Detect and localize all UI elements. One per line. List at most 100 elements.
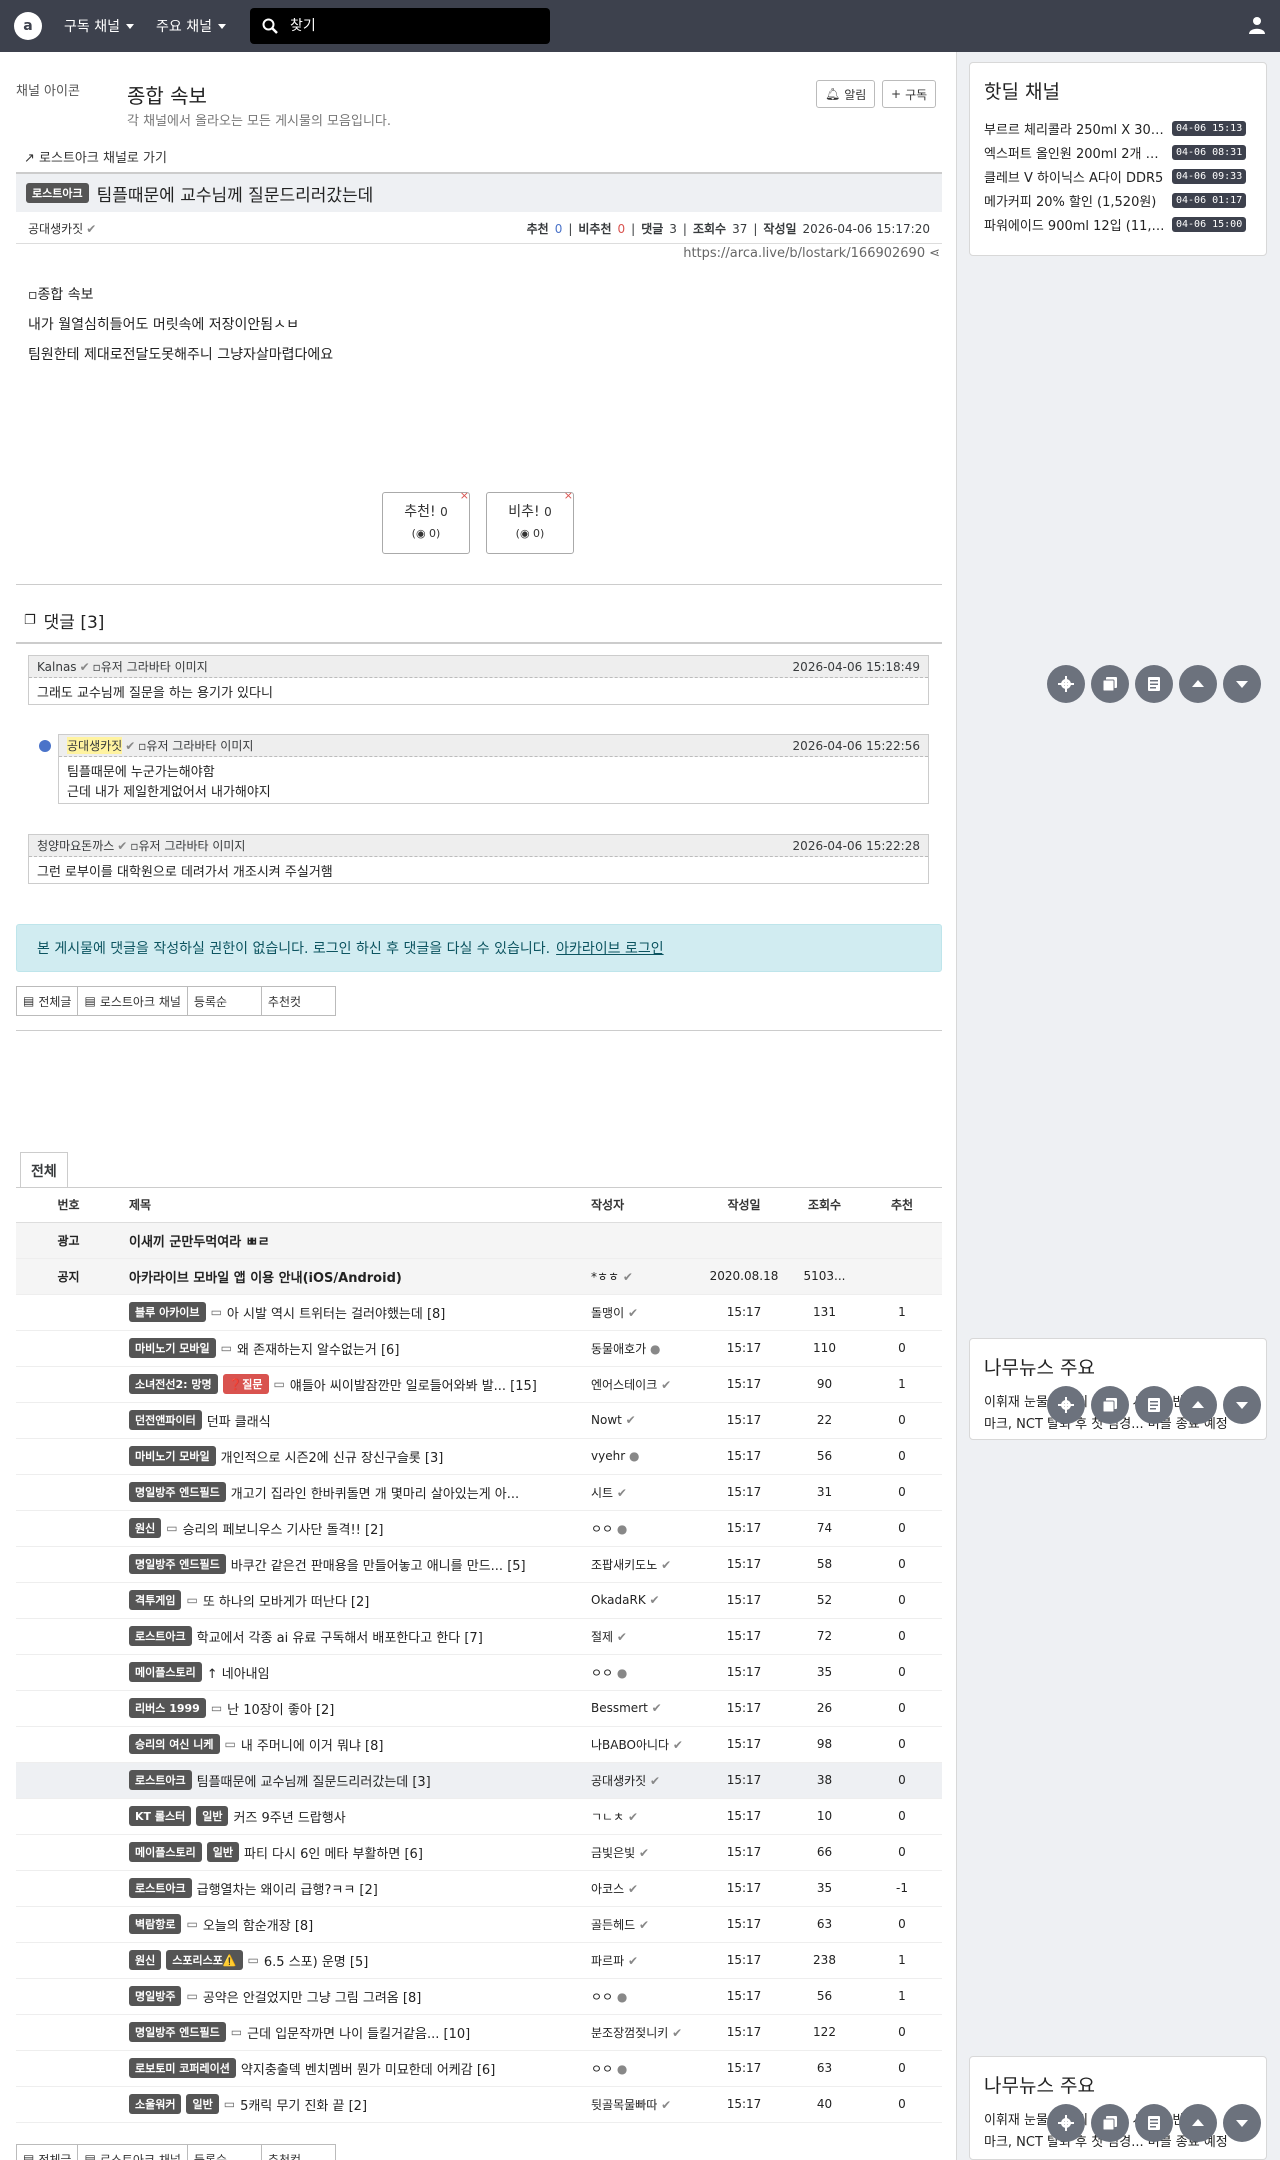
sort-order-button[interactable]: 등록순 — [186, 2144, 262, 2160]
scroll-up-button[interactable] — [1179, 665, 1217, 703]
login-link[interactable]: 아카라이브 로그인 — [556, 938, 664, 958]
row-author[interactable]: 돌맹이 ✔︎ — [591, 1294, 701, 1331]
news-title[interactable]: 나무뉴스 주요 — [984, 2071, 1252, 2098]
row-author[interactable]: 시트 ✔︎ — [591, 1474, 701, 1511]
comment-author[interactable]: 공대생카짓 — [67, 737, 123, 754]
table-row[interactable]: 벽람항로 ▭ 오늘의 함순개장 [8] 골든헤드 ✔︎ 15:17 63 0 — [16, 1906, 942, 1943]
best-cut-button[interactable]: 추천컷 — [260, 986, 336, 1016]
row-title[interactable]: 원신 스포리스포⚠️ ▭ 6.5 스포) 운명 [5] — [121, 1942, 591, 1979]
row-author[interactable]: 아코스 ✔︎ — [591, 1870, 701, 1907]
list-button[interactable] — [1135, 665, 1173, 703]
hotdeal-title[interactable]: 핫딜 채널 — [984, 77, 1252, 104]
downvote-button[interactable]: × 비추! 0 (◉ 0) — [486, 489, 574, 554]
table-row[interactable]: 명일방주 엔드필드 바쿠간 같은건 판매용을 만들어놓고 애니를 만드... [5… — [16, 1546, 942, 1583]
row-author[interactable]: 뒷골목물빠따 ✔︎ — [591, 2086, 701, 2123]
category-badge[interactable]: 원신 — [129, 1950, 162, 1970]
all-posts-button[interactable]: ▤ 전체글 — [16, 2144, 79, 2160]
back-to-channel-link[interactable]: ↗ 로스트아크 채널로 가기 — [24, 147, 167, 166]
row-title[interactable]: 명일방주 ▭ 공약은 안걸었지만 그냥 그림 그려옴 [8] — [121, 1978, 591, 2015]
category-badge[interactable]: 벽람항로 — [129, 1914, 182, 1934]
row-title[interactable]: 명일방주 엔드필드 바쿠간 같은건 판매용을 만들어놓고 애니를 만드... [5… — [121, 1546, 591, 1583]
notice-row[interactable]: 공지 아카라이브 모바일 앱 이용 안내(iOS/Android) *ㅎㅎ ✔︎… — [16, 1258, 942, 1295]
table-row[interactable]: 격투게임 ▭ 또 하나의 모바게가 떠난다 [2] OkadaRK ✔︎ 15:17 52… — [16, 1582, 942, 1619]
subscribed-channels-dropdown[interactable]: 구독 채널 — [64, 16, 134, 36]
row-title[interactable]: 마비노기 모바일 ▭ 왜 존재하는지 알수없는거 [6] — [121, 1330, 591, 1367]
category-badge[interactable]: 리버스 1999 — [129, 1698, 206, 1718]
upvote-button[interactable]: × 추천! 0 (◉ 0) — [382, 489, 470, 554]
hotdeal-item[interactable]: 부르르 체리콜라 250ml X 30개 (무료배송)04-06 15:13 — [984, 116, 1252, 140]
table-row[interactable]: 소녀전선2: 망명 ❓질문 ▭ 얘들아 씨이발잠깐만 일로들어와봐 발... [15]… — [16, 1366, 942, 1403]
copy-button[interactable] — [1091, 1386, 1129, 1424]
hotdeal-item[interactable]: 클레브 V 하이닉스 A다이 DDR5 04-06 09:33 — [984, 164, 1252, 188]
row-title[interactable]: 벽람항로 ▭ 오늘의 함순개장 [8] — [121, 1906, 591, 1943]
settings-button[interactable] — [1047, 2104, 1085, 2142]
table-row[interactable]: 명일방주 엔드필드 개고기 집라인 한바퀴돌면 개 몇마리 살아있는게 아... 시… — [16, 1474, 942, 1511]
row-author[interactable]: 조팝새키도노 ✔︎ — [591, 1546, 701, 1583]
category-badge[interactable]: 마비노기 모바일 — [129, 1446, 216, 1466]
comment-author[interactable]: 청양마요돈까스 — [37, 837, 114, 854]
table-row[interactable]: 원신 ▭ 승리의 페보니우스 기사단 돌격!! [2] ㅇㅇ ● 15:17 74 0 — [16, 1510, 942, 1547]
table-row[interactable]: 원신 스포리스포⚠️ ▭ 6.5 스포) 운명 [5] 파르파 ✔︎ 15:17 238 1 — [16, 1942, 942, 1979]
hotdeal-item[interactable]: 메가커피 20% 할인 (1,520원) 04-06 01:17 — [984, 188, 1252, 212]
category-badge[interactable]: 메이플스토리 — [129, 1662, 202, 1682]
category-badge[interactable]: 로스트아크 — [129, 1878, 192, 1898]
settings-button[interactable] — [1047, 1386, 1085, 1424]
row-title[interactable]: 마비노기 모바일 개인적으로 시즌2에 신규 장신구슬롯 [3] — [121, 1438, 591, 1475]
search-icon[interactable] — [262, 18, 278, 34]
category-badge[interactable]: 명일방주 엔드필드 — [129, 1554, 226, 1574]
row-title[interactable]: 메이플스토리 ↑ 네아내임 — [121, 1654, 591, 1691]
table-row[interactable]: KT 롤스터 일반 커즈 9주년 드랍행사 ㄱㄴㅊ ✔︎ 15:17 10 0 — [16, 1798, 942, 1835]
row-author[interactable]: 금빛은빛 ✔︎ — [591, 1834, 701, 1871]
category-badge[interactable]: ❓질문 — [222, 1374, 269, 1394]
hotdeal-item[interactable]: 엑스퍼트 올인원 200ml 2개 세트 04-06 08:31 — [984, 140, 1252, 164]
row-author[interactable]: 절제 ✔︎ — [591, 1618, 701, 1655]
category-badge[interactable]: 격투게임 — [129, 1590, 182, 1610]
row-title[interactable]: 소녀전선2: 망명 ❓질문 ▭ 얘들아 씨이발잠깐만 일로들어와봐 발... [15] — [121, 1366, 591, 1403]
share-icon[interactable]: ⋖ — [929, 246, 940, 261]
row-title[interactable]: 명일방주 엔드필드 개고기 집라인 한바퀴돌면 개 몇마리 살아있는게 아... — [121, 1474, 591, 1511]
row-title[interactable]: 로스트아크 급행열차는 왜이리 급행?ㅋㅋ [2] — [121, 1870, 591, 1907]
comment-author[interactable]: Kalnas — [37, 660, 77, 674]
row-author[interactable]: 엔어스테이크 ✔︎ — [591, 1366, 701, 1403]
table-row[interactable]: 메이플스토리 ↑ 네아내임 ㅇㅇ ● 15:17 35 0 — [16, 1654, 942, 1691]
scroll-down-button[interactable] — [1223, 2104, 1261, 2142]
category-badge[interactable]: 승리의 여신 니케 — [129, 1734, 220, 1754]
channel-posts-button[interactable]: ▤ 로스트아크 채널 — [77, 2144, 188, 2160]
table-row[interactable]: 마비노기 모바일 개인적으로 시즌2에 신규 장신구슬롯 [3] vyehr ● 15… — [16, 1438, 942, 1475]
user-icon[interactable] — [1248, 16, 1266, 34]
row-title[interactable]: 명일방주 엔드필드 ▭ 근데 입문작까면 나이 들킬거같음... [10] — [121, 2014, 591, 2051]
all-posts-button[interactable]: ▤ 전체글 — [16, 986, 79, 1016]
category-badge[interactable]: 로스트아크 — [129, 1770, 192, 1790]
table-row[interactable]: 로보토미 코퍼레이션 약지충출덱 벤치멤버 뭔가 미묘한데 어케감 [6] ㅇㅇ ●… — [16, 2050, 942, 2087]
search-input[interactable] — [289, 18, 530, 34]
category-badge[interactable]: 소녀전선2: 망명 — [129, 1374, 218, 1394]
hotdeal-item[interactable]: 파워에이드 900ml 12입 (11,900원)04-06 15:00 — [984, 212, 1252, 236]
category-badge[interactable]: 스포리스포⚠️ — [166, 1950, 243, 1970]
category-badge[interactable]: 원신 — [129, 1518, 162, 1538]
best-cut-button[interactable]: 추천컷 — [260, 2144, 336, 2160]
copy-button[interactable] — [1091, 2104, 1129, 2142]
subscribe-button[interactable]: + 구독 — [882, 80, 937, 108]
row-author[interactable]: 골든헤드 ✔︎ — [591, 1906, 701, 1943]
category-badge[interactable]: 명일방주 — [129, 1986, 182, 2006]
row-title[interactable]: 블루 아카이브 ▭ 아 시발 역시 트위터는 걸러야했는데 [8] — [121, 1294, 591, 1331]
row-title[interactable]: 메이플스토리 일반 파티 다시 6인 메타 부활하면 [6] — [121, 1834, 591, 1871]
category-badge[interactable]: 메이플스토리 — [129, 1842, 202, 1862]
row-author[interactable]: ㅇㅇ ● — [591, 2050, 701, 2087]
copy-button[interactable] — [1091, 665, 1129, 703]
notice-author[interactable]: *ㅎㅎ ✔︎ — [591, 1258, 701, 1295]
row-title[interactable]: 소울워커 일반 ▭ 5캐릭 무기 진화 끝 [2] — [121, 2086, 591, 2123]
table-row[interactable]: 로스트아크 급행열차는 왜이리 급행?ㅋㅋ [2] 아코스 ✔︎ 15:17 35 -1 — [16, 1870, 942, 1907]
table-row[interactable]: 소울워커 일반 ▭ 5캐릭 무기 진화 끝 [2] 뒷골목물빠따 ✔︎ 15:17 40 0 — [16, 2086, 942, 2123]
row-title[interactable]: 승리의 여신 니케 ▭ 내 주머니에 이거 뭐냐 [8] — [121, 1726, 591, 1763]
row-title[interactable]: 원신 ▭ 승리의 페보니우스 기사단 돌격!! [2] — [121, 1510, 591, 1547]
scroll-up-button[interactable] — [1179, 2104, 1217, 2142]
article-url[interactable]: https://arca.live/b/lostark/166902690 ⋖ — [683, 246, 940, 261]
ad-title[interactable]: 이새끼 군만두먹여라 ㅃㄹ — [121, 1222, 942, 1259]
table-row[interactable]: 메이플스토리 일반 파티 다시 6인 메타 부활하면 [6] 금빛은빛 ✔︎ 15:17… — [16, 1834, 942, 1871]
channel-title[interactable]: 종합 속보 — [127, 80, 207, 109]
tab-all[interactable]: 전체 — [20, 1152, 68, 1188]
scroll-down-button[interactable] — [1223, 665, 1261, 703]
table-row[interactable]: 던전앤파이터 던파 클래식 Nowt ✔︎ 15:17 22 0 — [16, 1402, 942, 1439]
category-badge[interactable]: 명일방주 엔드필드 — [129, 1482, 226, 1502]
